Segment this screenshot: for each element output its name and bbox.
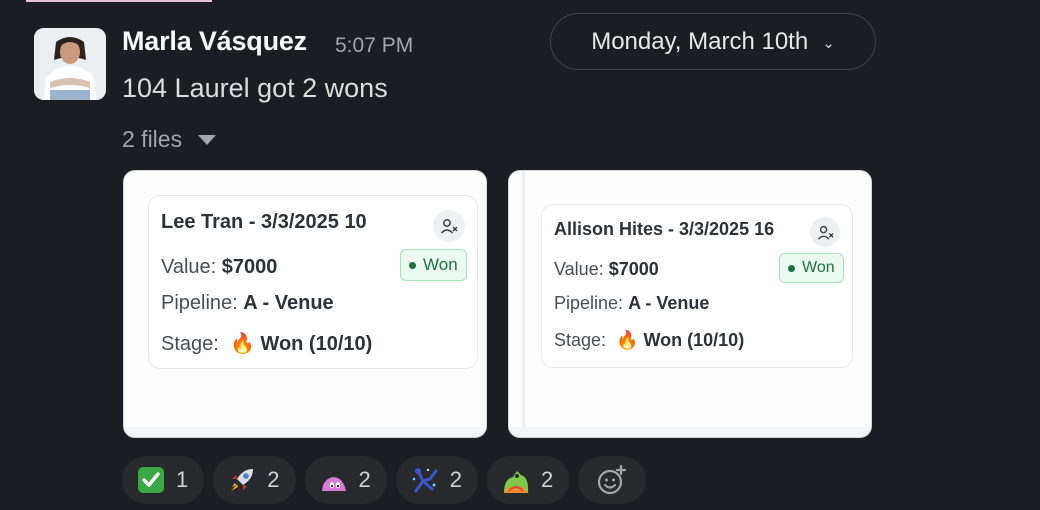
rocket-icon (227, 465, 257, 495)
stage-label: Stage: (161, 333, 219, 355)
status-dot-icon (409, 261, 416, 269)
deal-name: Allison Hites - 3/3/2025 16 (554, 219, 775, 239)
unread-accent-bar (26, 0, 212, 2)
status-dot-icon (788, 264, 795, 272)
reaction-count: 2 (541, 467, 554, 492)
deal-pipeline-row: Pipeline: A - Venue (161, 292, 334, 315)
deal-card: Allison Hites - 3/3/2025 16 Value: $7000… (541, 204, 853, 368)
deal-name: Lee Tran - 3/3/2025 10 (161, 211, 367, 233)
deal-stage: Won (10/10) (643, 330, 745, 350)
deal-value-row: Value: $7000 (161, 256, 277, 279)
reaction-white-check-mark[interactable]: 1 (122, 456, 205, 504)
deal-stage-row: Stage: 🔥 Won (10/10) (554, 330, 744, 351)
file-attachment[interactable]: Lee Tran - 3/3/2025 10 Value: $7000 Won … (123, 170, 487, 438)
files-collapse-toggle[interactable]: 2 files (122, 126, 217, 153)
reaction-rocket[interactable]: 2 (213, 456, 296, 504)
check-mark-icon (136, 465, 166, 495)
files-count-label: 2 files (122, 126, 183, 152)
user-remove-icon (810, 217, 840, 247)
reaction-count: 2 (358, 467, 371, 492)
sender-name[interactable]: Marla Vásquez (122, 26, 307, 57)
stage-label: Stage: (554, 330, 607, 350)
user-remove-icon (433, 210, 465, 242)
reactions-bar: 1 2 2 2 2 (122, 456, 647, 504)
fire-icon: 🔥 (229, 333, 255, 355)
status-label: Won (423, 255, 458, 274)
chevron-down-icon: ⌄ (822, 34, 835, 52)
deal-value: $7000 (221, 256, 278, 278)
status-badge: Won (400, 249, 467, 281)
message-timestamp[interactable]: 5:07 PM (335, 34, 413, 58)
deal-value: $7000 (608, 259, 659, 279)
deal-card: Lee Tran - 3/3/2025 10 Value: $7000 Won … (148, 195, 478, 369)
deal-pipeline: A - Venue (628, 293, 710, 313)
deal-stage-row: Stage: 🔥 Won (10/10) (161, 331, 372, 356)
deal-pipeline-row: Pipeline: A - Venue (554, 293, 709, 314)
preview-edge (509, 427, 871, 437)
pipeline-label: Pipeline: (161, 292, 238, 314)
deal-stage: Won (10/10) (260, 333, 373, 355)
pink-blob-icon (319, 465, 349, 495)
caret-down-icon (198, 134, 217, 145)
avatar[interactable] (34, 28, 106, 100)
reaction-count: 2 (449, 467, 462, 492)
status-label: Won (802, 259, 835, 276)
reaction-count: 2 (267, 467, 280, 492)
pipeline-label: Pipeline: (554, 293, 624, 313)
preview-edge (124, 427, 486, 437)
file-attachment[interactable]: Allison Hites - 3/3/2025 16 Value: $7000… (508, 170, 872, 438)
date-label: Monday, March 10th (591, 27, 809, 55)
add-reaction-button[interactable] (578, 456, 647, 504)
frog-icon (501, 465, 531, 495)
reaction-pink-blob[interactable]: 2 (304, 456, 387, 504)
fire-icon: 🔥 (616, 330, 639, 350)
preview-edge (522, 171, 525, 437)
message-body: 104 Laurel got 2 wons (122, 73, 388, 103)
status-badge: Won (779, 253, 844, 283)
value-label: Value: (161, 256, 217, 278)
add-reaction-icon (598, 464, 627, 495)
value-label: Value: (554, 259, 604, 279)
dancer-icon (410, 465, 440, 495)
deal-pipeline: A - Venue (243, 292, 334, 314)
reaction-sparkle-dancer[interactable]: 2 (395, 456, 478, 504)
reaction-party-frog[interactable]: 2 (487, 456, 570, 504)
date-divider-button[interactable]: Monday, March 10th ⌄ (550, 13, 876, 70)
deal-value-row: Value: $7000 (554, 259, 659, 280)
reaction-count: 1 (176, 467, 189, 492)
